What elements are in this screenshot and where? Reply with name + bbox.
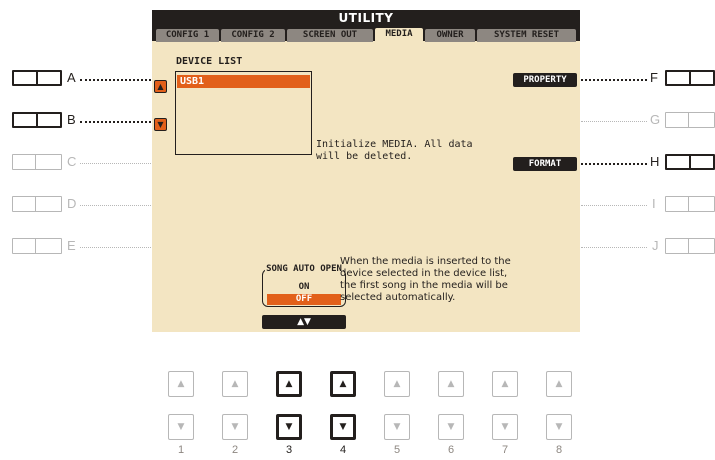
device-list-up-icon[interactable]: ▲ bbox=[154, 80, 167, 93]
down-button-7[interactable]: ▼ bbox=[492, 414, 518, 440]
down-button-2[interactable]: ▼ bbox=[222, 414, 248, 440]
side-letter-i: I bbox=[652, 196, 656, 211]
button-number-1: 1 bbox=[177, 444, 185, 456]
side-letter-d: D bbox=[67, 196, 77, 211]
help-text: When the media is inserted to the device… bbox=[340, 256, 511, 303]
tab-config-1[interactable]: CONFIG 1 bbox=[156, 29, 219, 42]
device-list-item-usb1[interactable]: USB1 bbox=[177, 75, 310, 88]
leader-a bbox=[80, 79, 151, 81]
side-button-g[interactable] bbox=[665, 112, 715, 128]
side-letter-e: E bbox=[67, 238, 76, 253]
tab-media[interactable]: MEDIA bbox=[375, 28, 423, 42]
down-button-5[interactable]: ▼ bbox=[384, 414, 410, 440]
side-button-f[interactable] bbox=[665, 70, 715, 86]
song-auto-open-on[interactable]: ON bbox=[267, 282, 341, 293]
leader-f bbox=[581, 79, 647, 81]
side-button-h[interactable] bbox=[665, 154, 715, 170]
button-number-6: 6 bbox=[447, 444, 455, 456]
side-button-b[interactable] bbox=[12, 112, 62, 128]
down-button-8[interactable]: ▼ bbox=[546, 414, 572, 440]
side-letter-c: C bbox=[67, 154, 77, 169]
up-button-3[interactable]: ▲ bbox=[276, 371, 302, 397]
leader-b bbox=[80, 121, 151, 123]
leader-d bbox=[80, 205, 151, 206]
property-button[interactable]: PROPERTY bbox=[513, 73, 577, 87]
side-button-d[interactable] bbox=[12, 196, 62, 212]
up-button-5[interactable]: ▲ bbox=[384, 371, 410, 397]
button-number-2: 2 bbox=[231, 444, 239, 456]
up-button-4[interactable]: ▲ bbox=[330, 371, 356, 397]
lcd-screen: UTILITY CONFIG 1 CONFIG 2 SCREEN OUT MED… bbox=[152, 10, 580, 332]
song-auto-open-off[interactable]: OFF bbox=[267, 294, 341, 305]
leader-e bbox=[80, 247, 151, 248]
button-number-5: 5 bbox=[393, 444, 401, 456]
up-button-7[interactable]: ▲ bbox=[492, 371, 518, 397]
down-button-6[interactable]: ▼ bbox=[438, 414, 464, 440]
leader-i bbox=[581, 205, 647, 206]
tab-system-reset[interactable]: SYSTEM RESET bbox=[477, 29, 576, 42]
up-button-8[interactable]: ▲ bbox=[546, 371, 572, 397]
side-letter-a: A bbox=[67, 70, 76, 85]
leader-c bbox=[80, 163, 151, 164]
button-number-3: 3 bbox=[285, 444, 293, 456]
up-button-1[interactable]: ▲ bbox=[168, 371, 194, 397]
side-button-c[interactable] bbox=[12, 154, 62, 170]
side-letter-h: H bbox=[650, 154, 660, 169]
button-number-7: 7 bbox=[501, 444, 509, 456]
side-button-a[interactable] bbox=[12, 70, 62, 86]
button-number-8: 8 bbox=[555, 444, 563, 456]
song-auto-open-arrows[interactable]: ▲▼ bbox=[262, 315, 346, 329]
side-letter-g: G bbox=[650, 112, 661, 127]
device-list: USB1 bbox=[175, 71, 312, 155]
up-button-6[interactable]: ▲ bbox=[438, 371, 464, 397]
button-number-4: 4 bbox=[339, 444, 347, 456]
side-button-i[interactable] bbox=[665, 196, 715, 212]
device-list-label: DEVICE LIST bbox=[176, 56, 243, 67]
format-button[interactable]: FORMAT bbox=[513, 157, 577, 171]
tab-owner[interactable]: OWNER bbox=[425, 29, 475, 42]
down-button-3[interactable]: ▼ bbox=[276, 414, 302, 440]
down-button-4[interactable]: ▼ bbox=[330, 414, 356, 440]
side-letter-f: F bbox=[650, 70, 658, 85]
side-button-e[interactable] bbox=[12, 238, 62, 254]
leader-h bbox=[581, 163, 647, 165]
tab-screen-out[interactable]: SCREEN OUT bbox=[287, 29, 373, 42]
format-message: Initialize MEDIA. All data will be delet… bbox=[316, 139, 473, 162]
side-letter-b: B bbox=[67, 112, 76, 127]
tab-bar: CONFIG 1 CONFIG 2 SCREEN OUT MEDIA OWNER… bbox=[152, 26, 580, 42]
side-button-j[interactable] bbox=[665, 238, 715, 254]
song-auto-open-box: SONG AUTO OPEN ON OFF bbox=[262, 264, 346, 307]
tab-config-2[interactable]: CONFIG 2 bbox=[221, 29, 285, 42]
leader-g bbox=[581, 121, 647, 122]
leader-j bbox=[581, 247, 647, 248]
song-auto-open-label: SONG AUTO OPEN bbox=[265, 264, 343, 274]
up-button-2[interactable]: ▲ bbox=[222, 371, 248, 397]
device-list-down-icon[interactable]: ▼ bbox=[154, 118, 167, 131]
side-letter-j: J bbox=[652, 238, 659, 253]
down-button-1[interactable]: ▼ bbox=[168, 414, 194, 440]
screen-title: UTILITY bbox=[152, 10, 580, 26]
